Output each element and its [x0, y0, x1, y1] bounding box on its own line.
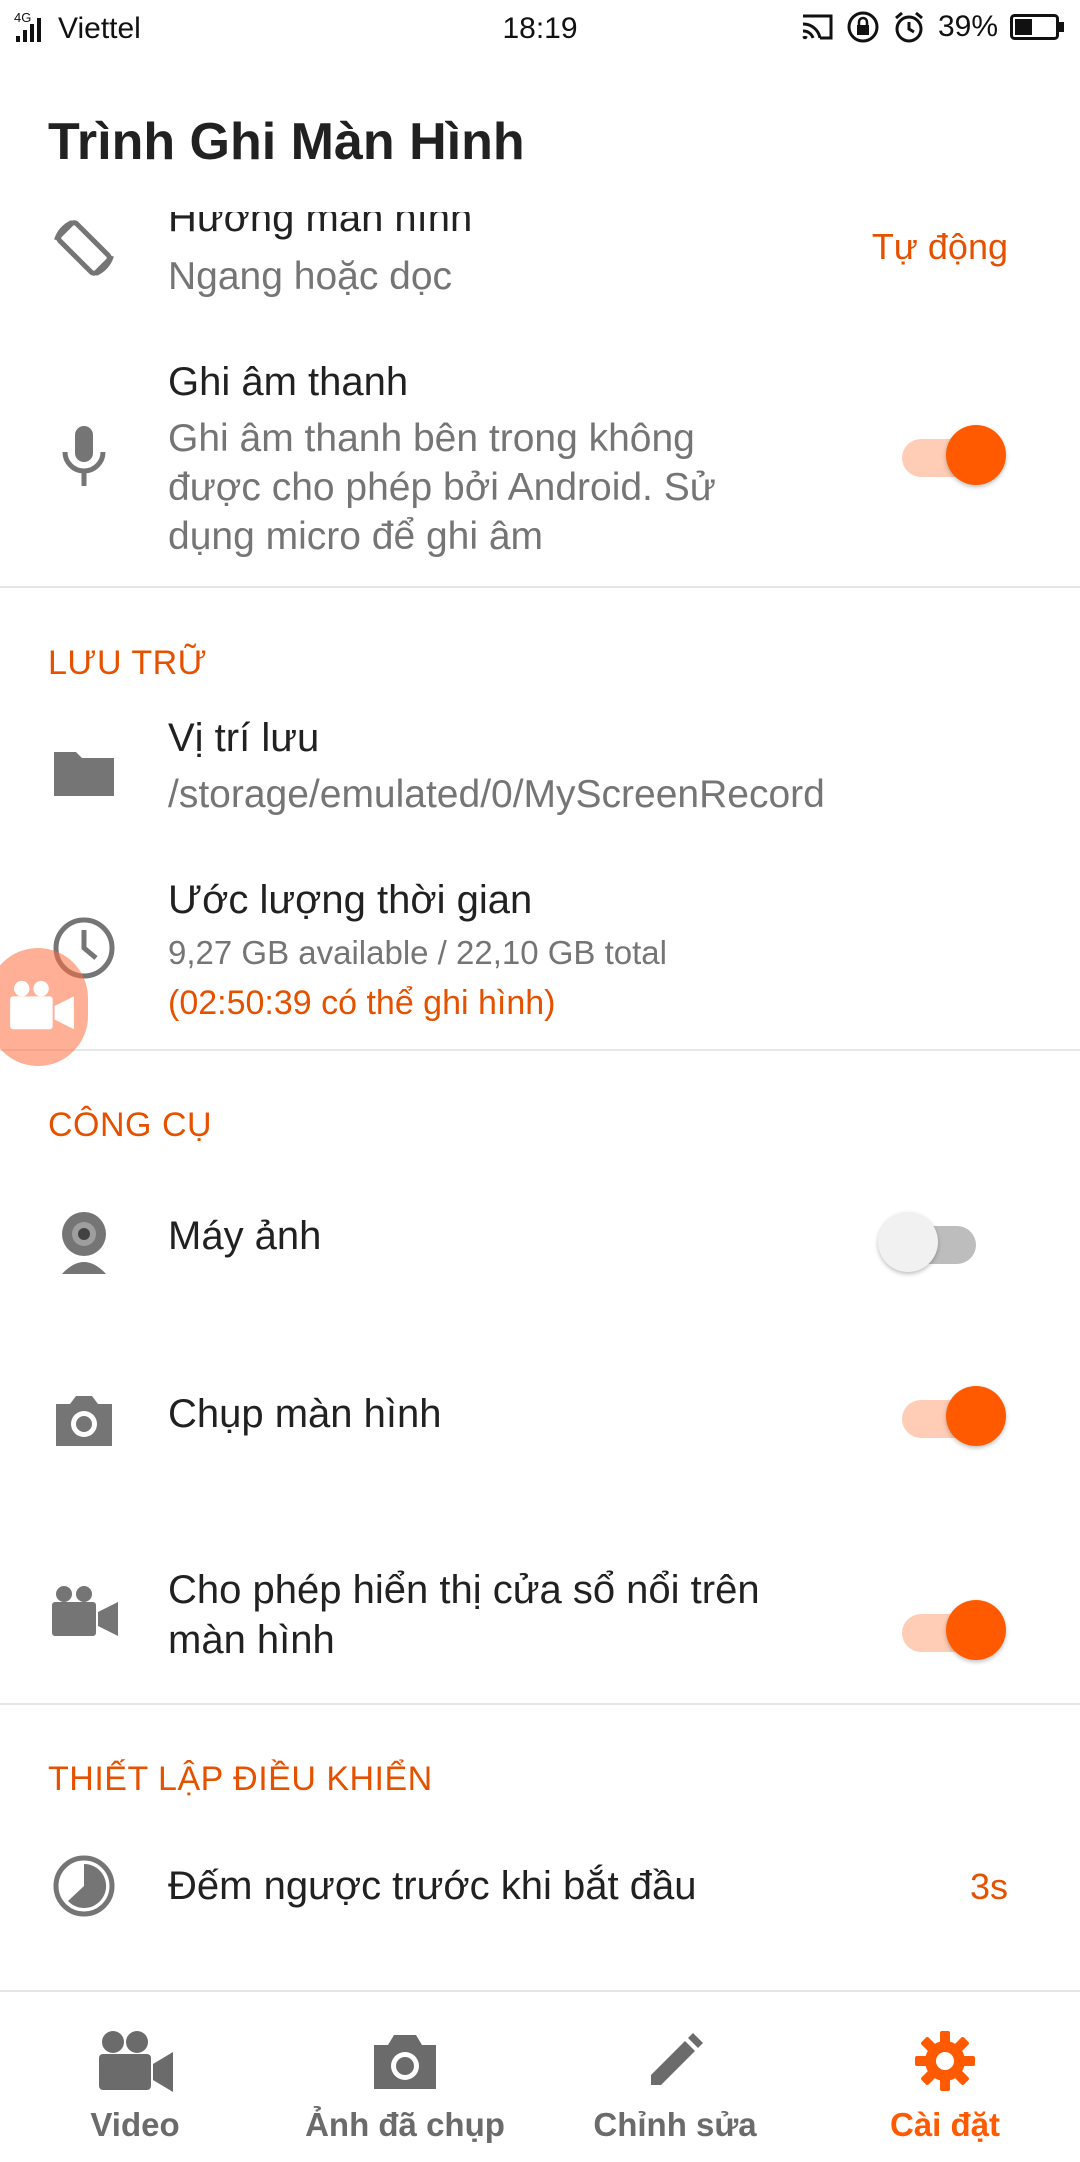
nav-screenshots[interactable]: Ảnh đã chụp — [270, 1992, 540, 2162]
audio-title: Ghi âm thanh — [168, 360, 409, 404]
screenshot-setting[interactable]: Chụp màn hình — [0, 1370, 1080, 1480]
audio-subtitle-line-2: được cho phép bởi Android. Sử — [168, 466, 716, 509]
save-location-path: /storage/emulated/0/MyScreenRecord — [168, 773, 825, 816]
orientation-value[interactable]: Tự động — [872, 226, 1008, 268]
save-location-setting[interactable]: Vị trí lưu /storage/emulated/0/MyScreenR… — [0, 708, 1080, 838]
video-camera-icon — [10, 980, 74, 1030]
nav-screenshots-label: Ảnh đã chụp — [305, 2106, 505, 2143]
orientation-setting[interactable]: Hướng màn hình Ngang hoặc dọc Tự động — [0, 190, 1080, 340]
screen-rotation-icon — [48, 212, 120, 284]
nav-settings-label: Cài đặt — [889, 2106, 1001, 2143]
camera-toggle[interactable] — [878, 1210, 982, 1272]
audio-setting[interactable]: Ghi âm thanh Ghi âm thanh bên trong khôn… — [0, 350, 1080, 580]
overlay-title-line-2: màn hình — [168, 1618, 335, 1662]
divider — [0, 586, 1080, 588]
divider — [0, 1049, 1080, 1051]
storage-section-header: LƯU TRỮ — [48, 644, 208, 682]
timer-icon — [48, 1850, 120, 1922]
overlay-setting[interactable]: Cho phép hiển thị cửa sổ nổi trên màn hì… — [0, 1550, 1080, 1680]
webcam-icon — [48, 1206, 120, 1278]
countdown-setting[interactable]: Đếm ngược trước khi bắt đầu 3s — [0, 1836, 1080, 1946]
audio-subtitle-line-3: dụng micro để ghi âm — [168, 515, 544, 558]
microphone-icon — [48, 420, 120, 492]
video-camera-icon — [0, 2026, 270, 2096]
control-section-header: THIẾT LẬP ĐIỀU KHIỂN — [48, 1760, 433, 1798]
time-estimate-title: Ước lượng thời gian — [168, 878, 533, 922]
nav-video[interactable]: Video — [0, 1992, 270, 2162]
orientation-subtitle: Ngang hoặc dọc — [168, 255, 453, 298]
app-title: Trình Ghi Màn Hình — [48, 113, 525, 171]
screenshot-toggle[interactable] — [902, 1384, 1006, 1446]
nav-edit-label: Chỉnh sửa — [593, 2106, 757, 2143]
app-bar: Trình Ghi Màn Hình — [0, 56, 1080, 212]
camera-setting[interactable]: Máy ảnh — [0, 1190, 1080, 1300]
nav-settings[interactable]: Cài đặt — [810, 1992, 1080, 2162]
divider — [0, 1703, 1080, 1705]
storage-space: 9,27 GB available / 22,10 GB total — [168, 934, 667, 971]
video-camera-icon — [48, 1574, 120, 1646]
tools-section-header: CÔNG CỤ — [48, 1106, 213, 1144]
settings-list[interactable]: Hướng màn hình Ngang hoặc dọc Tự động Gh… — [0, 0, 1080, 1990]
time-estimate-setting[interactable]: Ước lượng thời gian 9,27 GB available / … — [0, 870, 1080, 1040]
countdown-value[interactable]: 3s — [970, 1866, 1008, 1908]
overlay-title-line-1: Cho phép hiển thị cửa sổ nổi trên — [168, 1568, 760, 1612]
folder-icon — [48, 736, 120, 808]
camera-icon — [48, 1384, 120, 1456]
floating-record-button[interactable] — [0, 948, 88, 1066]
audio-toggle[interactable] — [902, 423, 1006, 485]
nav-edit[interactable]: Chỉnh sửa — [540, 1992, 810, 2162]
camera-icon — [270, 2026, 540, 2096]
countdown-title: Đếm ngược trước khi bắt đầu — [168, 1864, 697, 1908]
audio-subtitle-line-1: Ghi âm thanh bên trong không — [168, 417, 695, 460]
gear-icon — [810, 2026, 1080, 2096]
screenshot-title: Chụp màn hình — [168, 1392, 442, 1436]
pencil-icon — [540, 2026, 810, 2096]
record-time-estimate: (02:50:39 có thể ghi hình) — [168, 984, 556, 1022]
bottom-navigation: Video Ảnh đã chụp Chỉnh sửa Cài đặt — [0, 1990, 1080, 2162]
camera-title: Máy ảnh — [168, 1214, 322, 1258]
nav-video-label: Video — [90, 2106, 180, 2143]
save-location-title: Vị trí lưu — [168, 716, 320, 760]
overlay-toggle[interactable] — [902, 1598, 1006, 1660]
